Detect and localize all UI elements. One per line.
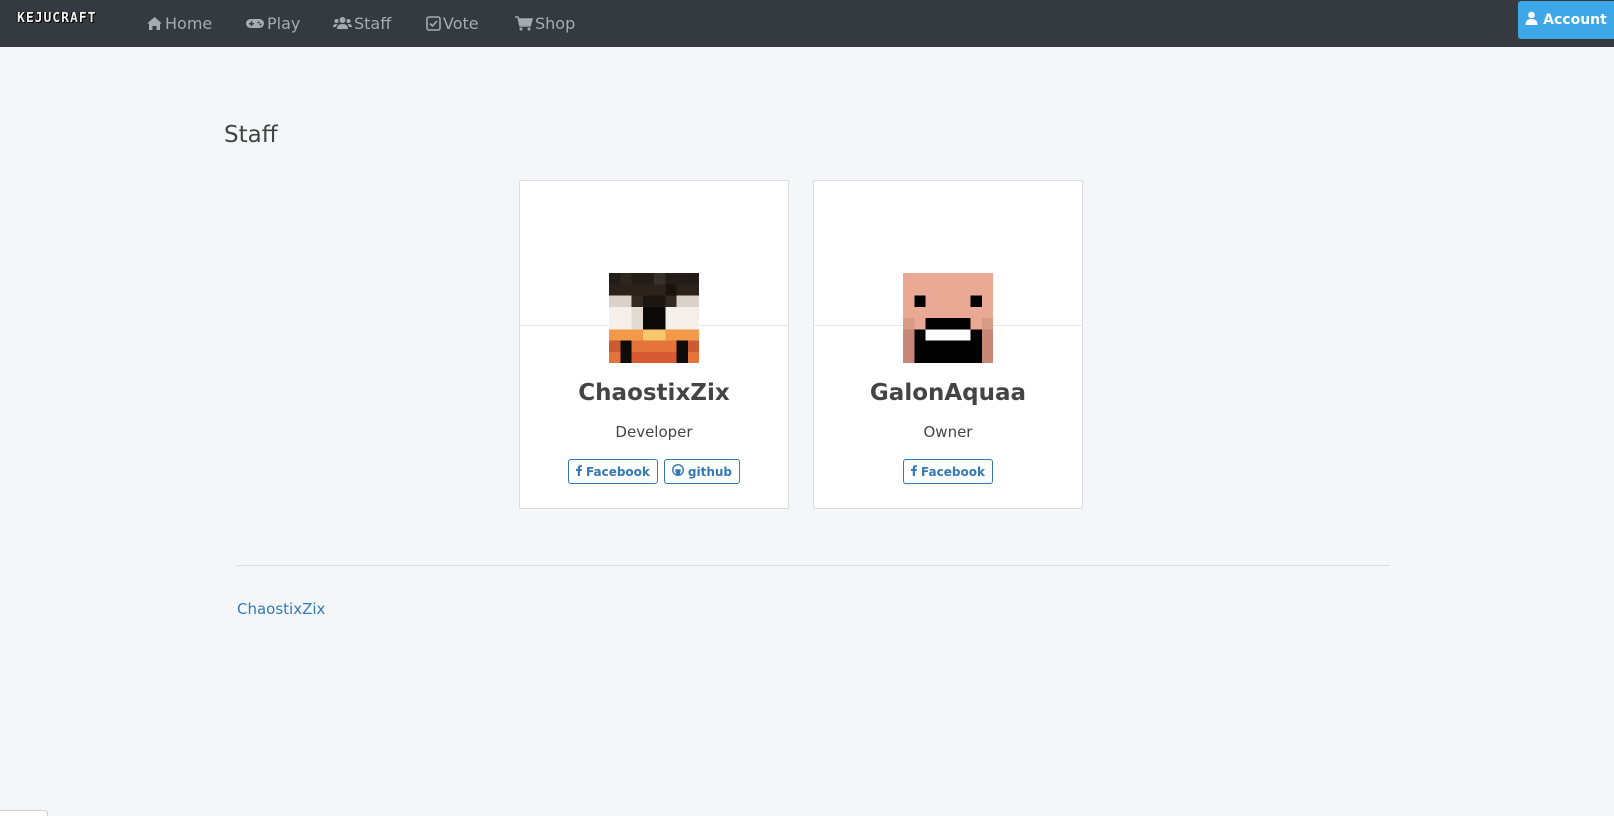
nav-item-label: Shop bbox=[535, 13, 576, 33]
nav-item-shop[interactable]: Shop bbox=[515, 12, 575, 34]
nav-item-home[interactable]: Home bbox=[146, 12, 212, 34]
home-icon bbox=[146, 16, 163, 31]
account-button[interactable]: Account bbox=[1518, 1, 1614, 39]
facebook-label: Facebook bbox=[585, 464, 650, 479]
member-role: Developer bbox=[615, 423, 693, 441]
member-name: ChaostixZix bbox=[578, 380, 730, 406]
checkbox-icon bbox=[426, 15, 441, 31]
site-logo[interactable]: KEJUCRAFT bbox=[17, 11, 96, 27]
nav-item-vote[interactable]: Vote bbox=[426, 12, 479, 34]
member-role: Owner bbox=[923, 423, 973, 441]
corner-tab bbox=[0, 810, 48, 816]
staff-card: GalonAquaa Owner Facebook bbox=[813, 180, 1083, 509]
users-icon bbox=[333, 16, 352, 30]
nav-item-label: Vote bbox=[443, 13, 479, 33]
page-title: Staff bbox=[224, 122, 278, 148]
nav-item-label: Home bbox=[165, 13, 213, 33]
cart-icon bbox=[515, 15, 533, 31]
social-links: Facebook github bbox=[520, 459, 788, 484]
facebook-icon bbox=[575, 464, 582, 479]
social-links: Facebook bbox=[814, 459, 1082, 484]
facebook-icon bbox=[911, 464, 918, 479]
top-navbar: KEJUCRAFT Home Play Staff Vote Shop Acco… bbox=[0, 0, 1614, 47]
github-button[interactable]: github bbox=[663, 459, 741, 484]
facebook-label: Facebook bbox=[921, 464, 985, 479]
nav-item-play[interactable]: Play bbox=[245, 12, 300, 34]
github-label: github bbox=[687, 464, 733, 479]
footer-divider bbox=[237, 565, 1390, 566]
avatar bbox=[903, 273, 993, 363]
facebook-button[interactable]: Facebook bbox=[903, 459, 993, 484]
gamepad-icon bbox=[245, 17, 265, 30]
member-name: GalonAquaa bbox=[869, 380, 1027, 406]
avatar bbox=[609, 273, 699, 363]
nav-item-staff[interactable]: Staff bbox=[333, 12, 391, 34]
github-icon bbox=[671, 463, 684, 479]
staff-card: ChaostixZix Developer Facebook github bbox=[519, 180, 789, 509]
user-icon bbox=[1525, 11, 1538, 29]
facebook-button[interactable]: Facebook bbox=[567, 459, 658, 484]
footer-credit-link[interactable]: ChaostixZix bbox=[237, 600, 325, 618]
nav-item-label: Staff bbox=[354, 13, 392, 33]
nav-item-label: Play bbox=[267, 13, 301, 33]
account-label: Account bbox=[1543, 12, 1607, 28]
